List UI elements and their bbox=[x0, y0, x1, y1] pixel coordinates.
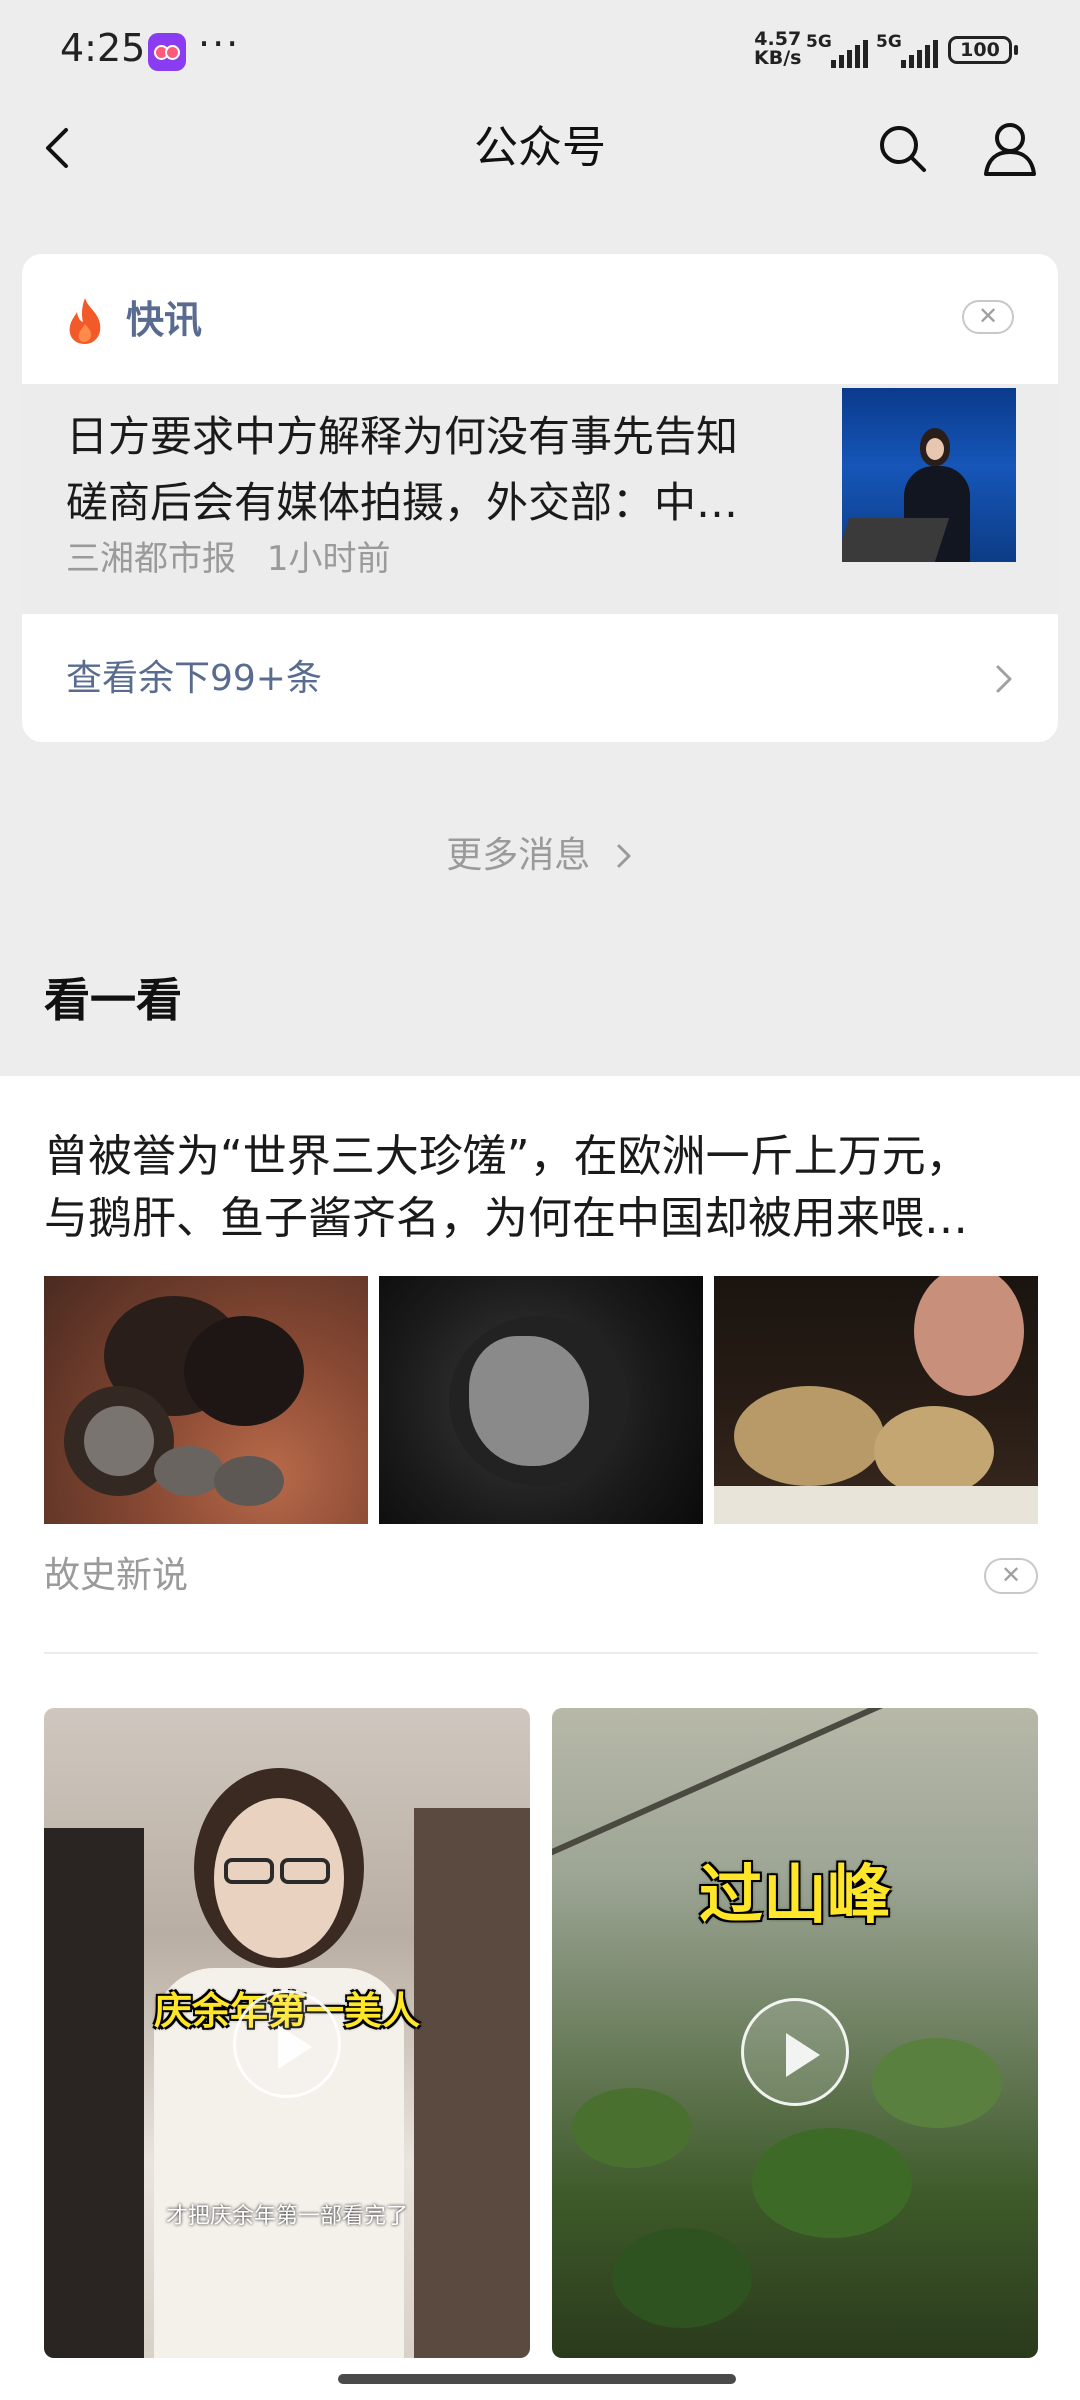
news-flash-tag: 快讯 bbox=[126, 298, 203, 342]
article-title-line1: 曾被誉为“世界三大珍馐”，在欧洲一斤上万元， bbox=[44, 1131, 970, 1182]
video-caption: 过山峰 bbox=[699, 1859, 891, 1933]
news-item-source: 三湘都市报 bbox=[66, 539, 236, 579]
chevron-right-icon bbox=[617, 844, 631, 868]
signal-sim2-icon: 5G bbox=[876, 32, 938, 68]
news-item-thumbnail bbox=[842, 388, 1016, 562]
close-icon[interactable]: ✕ bbox=[962, 300, 1014, 334]
video-card[interactable]: 庆余年第一美人 才把庆余年第一部看完了 bbox=[44, 1708, 530, 2358]
news-flash-header: 快讯 ✕ bbox=[22, 254, 1058, 384]
article-image bbox=[714, 1276, 1038, 1524]
view-remaining-news-label: 查看余下99+条 bbox=[66, 658, 322, 699]
news-item-meta: 三湘都市报 1小时前 bbox=[66, 534, 410, 584]
network-speed: 4.57 KB/s bbox=[754, 30, 801, 68]
feed: 曾被誉为“世界三大珍馐”，在欧洲一斤上万元， 与鹅肝、鱼子酱齐名，为何在中国却被… bbox=[0, 1076, 1080, 2400]
status-more-icon: ··· bbox=[198, 22, 241, 66]
section-title: 看一看 bbox=[44, 973, 182, 1027]
news-item-title-line1: 日方要求中方解释为何没有事先告知 bbox=[66, 412, 739, 461]
network-speed-unit: KB/s bbox=[754, 47, 802, 69]
more-messages-label: 更多消息 bbox=[446, 835, 591, 876]
chevron-right-icon bbox=[996, 665, 1012, 693]
person-icon[interactable] bbox=[978, 116, 1042, 180]
article-title[interactable]: 曾被誉为“世界三大珍馐”，在欧洲一斤上万元， 与鹅肝、鱼子酱齐名，为何在中国却被… bbox=[44, 1126, 1034, 1250]
news-item[interactable]: 日方要求中方解释为何没有事先告知 磋商后会有媒体拍摄，外交部：中… 三湘都市报 … bbox=[22, 384, 1058, 614]
news-item-title-line2: 磋商后会有媒体拍摄，外交部：中… bbox=[66, 478, 739, 527]
divider bbox=[44, 1652, 1038, 1654]
article-source: 故史新说 bbox=[44, 1555, 189, 1596]
video-subcaption: 才把庆余年第一部看完了 bbox=[165, 2204, 408, 2229]
news-item-time: 1小时前 bbox=[266, 539, 391, 579]
nav-bar: 公众号 bbox=[0, 100, 1080, 196]
status-bar: 4:25 ··· 4.57 KB/s 5G 5G 100 bbox=[0, 0, 1080, 100]
signal-sim1-icon: 5G bbox=[806, 32, 868, 68]
article-images[interactable] bbox=[44, 1276, 1038, 1524]
battery-icon: 100 bbox=[948, 36, 1018, 64]
news-item-title: 日方要求中方解释为何没有事先告知 磋商后会有媒体拍摄，外交部：中… bbox=[66, 404, 836, 536]
article-image bbox=[44, 1276, 368, 1524]
status-time: 4:25 bbox=[60, 26, 146, 70]
home-indicator[interactable] bbox=[338, 2374, 736, 2384]
play-icon[interactable] bbox=[233, 1990, 341, 2098]
sim1-label: 5G bbox=[806, 32, 832, 52]
fire-icon bbox=[69, 298, 101, 344]
cat-app-icon bbox=[148, 33, 186, 71]
video-card[interactable]: 过山峰 bbox=[552, 1708, 1038, 2358]
news-flash-card: 快讯 ✕ 日方要求中方解释为何没有事先告知 磋商后会有媒体拍摄，外交部：中… 三… bbox=[22, 254, 1058, 742]
close-icon[interactable]: ✕ bbox=[984, 1558, 1038, 1594]
play-icon[interactable] bbox=[741, 1998, 849, 2106]
article-image bbox=[379, 1276, 703, 1524]
article-title-line2: 与鹅肝、鱼子酱齐名，为何在中国却被用来喂… bbox=[44, 1193, 968, 1244]
article-source-row: 故史新说 ✕ bbox=[44, 1546, 1038, 1606]
sim2-label: 5G bbox=[876, 32, 902, 52]
search-icon[interactable] bbox=[872, 118, 932, 178]
more-messages-link[interactable]: 更多消息 bbox=[0, 826, 1080, 886]
view-remaining-news-button[interactable]: 查看余下99+条 bbox=[22, 614, 1058, 742]
